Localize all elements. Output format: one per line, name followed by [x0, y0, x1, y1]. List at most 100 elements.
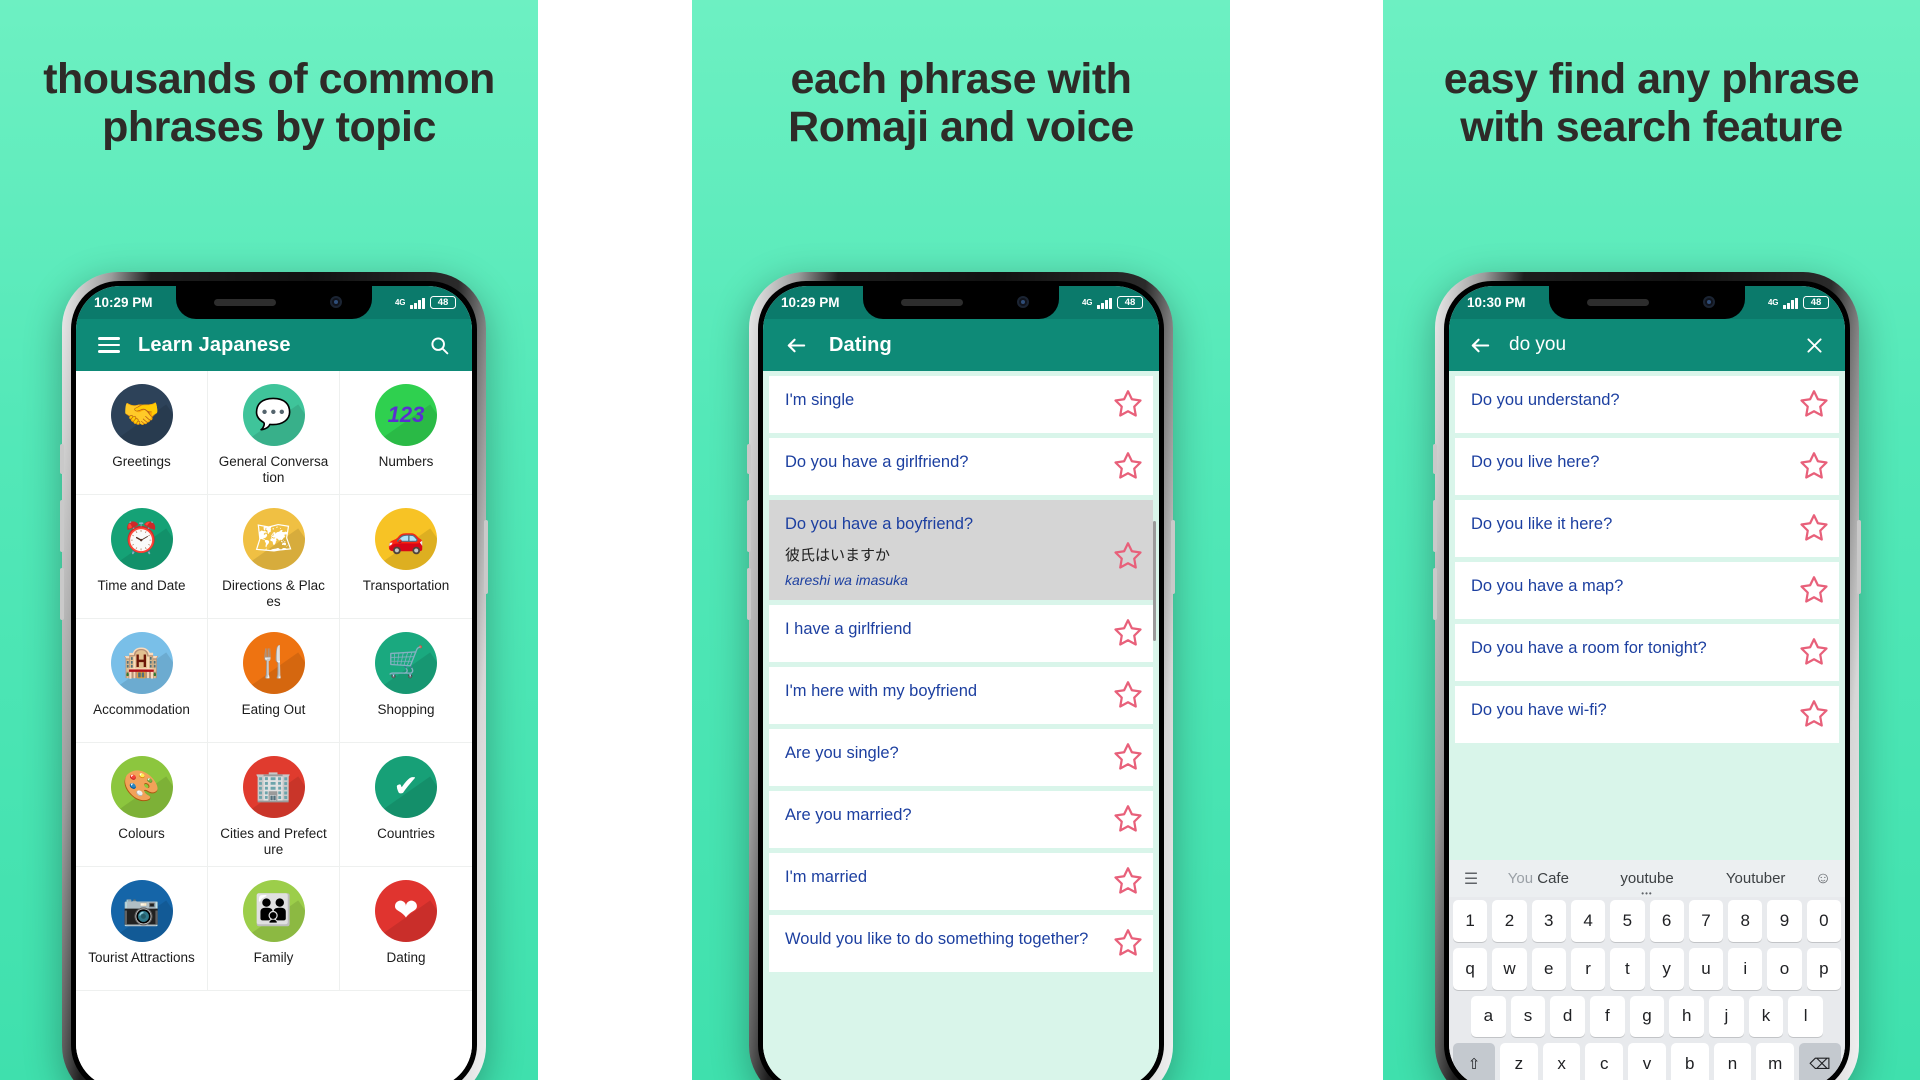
key-2[interactable]: 2 [1492, 900, 1527, 942]
key-c[interactable]: c [1585, 1043, 1624, 1080]
phrase-row[interactable]: Do you have a map? [1455, 562, 1839, 619]
key-r[interactable]: r [1570, 947, 1606, 990]
category-grid[interactable]: 🤝 Greetings 💬 General Conversation 123 Number… [76, 371, 472, 1080]
close-icon[interactable] [1797, 328, 1831, 362]
favorite-star-icon[interactable] [1113, 450, 1143, 480]
phrase-row[interactable]: Do you have a room for tonight? [1455, 624, 1839, 681]
category-cell[interactable]: ❤ Dating [340, 867, 472, 991]
key-g[interactable]: g [1629, 995, 1665, 1038]
phrase-row[interactable]: Do you live here? [1455, 438, 1839, 495]
key-q[interactable]: q [1453, 947, 1488, 990]
key-5[interactable]: 5 [1610, 900, 1645, 942]
suggestion-item[interactable]: You Cafe [1484, 870, 1593, 887]
key-i[interactable]: i [1728, 947, 1763, 990]
key-f[interactable]: f [1590, 995, 1625, 1038]
key-6[interactable]: 6 [1649, 900, 1684, 942]
key-k[interactable]: k [1748, 995, 1784, 1038]
keyboard-menu-icon[interactable]: ☰ [1458, 869, 1484, 889]
favorite-star-icon[interactable] [1113, 741, 1143, 771]
phrase-row[interactable]: Do you have a girlfriend? [769, 438, 1153, 495]
phrase-row[interactable]: Are you married? [769, 790, 1153, 848]
favorite-star-icon[interactable] [1799, 512, 1829, 542]
arrow-left-icon[interactable] [1463, 328, 1497, 362]
category-cell[interactable]: 🛒 Shopping [340, 619, 472, 743]
favorite-star-icon[interactable] [1113, 865, 1143, 895]
phrase-row[interactable]: Are you single? [769, 728, 1153, 786]
category-cell[interactable]: 💬 General Conversation [208, 371, 340, 495]
key-x[interactable]: x [1542, 1043, 1581, 1080]
favorite-star-icon[interactable] [1113, 679, 1143, 709]
key-4[interactable]: 4 [1570, 900, 1606, 942]
phrase-row[interactable]: I'm married [769, 852, 1153, 910]
phrase-row[interactable]: Do you like it here? [1455, 500, 1839, 557]
phrase-row[interactable]: Do you have wi-fi? [1455, 686, 1839, 743]
search-results-list[interactable]: Do you understand? Do you live here? Do yo… [1449, 371, 1845, 860]
keyboard-row[interactable]: qwertyuiop [1449, 945, 1845, 993]
backspace-key[interactable]: ⌫ [1799, 1043, 1842, 1080]
key-u[interactable]: u [1688, 947, 1724, 990]
key-j[interactable]: j [1709, 995, 1744, 1038]
search-icon[interactable] [422, 328, 456, 362]
category-cell[interactable]: 🍴 Eating Out [208, 619, 340, 743]
category-cell[interactable]: 123 Numbers [340, 371, 472, 495]
key-d[interactable]: d [1550, 995, 1585, 1038]
category-cell[interactable]: ⏰ Time and Date [76, 495, 208, 619]
phrase-row[interactable]: I have a girlfriend [769, 604, 1153, 662]
favorite-star-icon[interactable] [1799, 574, 1829, 604]
key-y[interactable]: y [1649, 947, 1684, 990]
phrase-row[interactable]: Would you like to do something together? [769, 914, 1153, 972]
key-v[interactable]: v [1628, 1043, 1666, 1080]
category-cell[interactable]: 🤝 Greetings [76, 371, 208, 495]
emoji-icon[interactable]: ☺ [1810, 870, 1836, 888]
keyboard-row[interactable]: 1234567890 [1449, 897, 1845, 945]
favorite-star-icon[interactable] [1113, 388, 1143, 418]
favorite-star-icon[interactable] [1799, 450, 1829, 480]
keyboard-row[interactable]: asdfghjkl [1449, 993, 1845, 1041]
key-s[interactable]: s [1510, 995, 1546, 1038]
on-screen-keyboard[interactable]: ☰ You Cafe youtube Youtuber ☺ 1234567890… [1449, 860, 1845, 1080]
key-t[interactable]: t [1610, 947, 1645, 990]
keyboard-row[interactable]: ⇧ z x c v b n m ⌫ [1449, 1040, 1845, 1080]
favorite-star-icon[interactable] [1799, 698, 1829, 728]
category-cell[interactable]: 🚗 Transportation [340, 495, 472, 619]
suggestion-strip[interactable]: ☰ You Cafe youtube Youtuber ☺ [1449, 860, 1845, 898]
key-0[interactable]: 0 [1806, 900, 1841, 942]
hamburger-icon[interactable] [92, 328, 126, 362]
key-7[interactable]: 7 [1688, 900, 1724, 942]
favorite-star-icon[interactable] [1113, 803, 1143, 833]
arrow-left-icon[interactable] [779, 328, 813, 362]
phrase-list[interactable]: I'm single Do you have a girlfriend? Do yo… [763, 371, 1159, 1080]
key-9[interactable]: 9 [1767, 900, 1802, 942]
category-cell[interactable]: 🗺 Directions & Places [208, 495, 340, 619]
scrollbar-thumb[interactable] [1153, 521, 1156, 641]
key-h[interactable]: h [1669, 995, 1705, 1038]
key-a[interactable]: a [1470, 995, 1506, 1038]
favorite-star-icon[interactable] [1799, 636, 1829, 666]
phrase-row[interactable]: I'm here with my boyfriend [769, 666, 1153, 724]
category-cell[interactable]: 🏢 Cities and Prefecture [208, 743, 340, 867]
phrase-row[interactable]: I'm single [769, 376, 1153, 433]
phrase-row[interactable]: Do you understand? [1455, 376, 1839, 433]
favorite-star-icon[interactable] [1799, 388, 1829, 418]
key-n[interactable]: n [1713, 1043, 1752, 1080]
category-cell[interactable]: 📷 Tourist Attractions [76, 867, 208, 991]
key-3[interactable]: 3 [1531, 900, 1566, 942]
key-1[interactable]: 1 [1453, 900, 1488, 942]
category-cell[interactable]: ✔ Countries [340, 743, 472, 867]
key-m[interactable]: m [1756, 1043, 1795, 1080]
key-l[interactable]: l [1788, 995, 1824, 1038]
key-p[interactable]: p [1806, 947, 1841, 990]
key-o[interactable]: o [1767, 947, 1802, 990]
key-8[interactable]: 8 [1728, 900, 1763, 942]
key-z[interactable]: z [1499, 1043, 1538, 1080]
phrase-row[interactable]: Do you have a boyfriend? 彼氏はいますか kareshi w… [769, 500, 1153, 600]
category-cell[interactable]: 🎨 Colours [76, 743, 208, 867]
favorite-star-icon[interactable] [1113, 540, 1143, 570]
category-cell[interactable]: 👪 Family [208, 867, 340, 991]
key-w[interactable]: w [1492, 947, 1527, 990]
favorite-star-icon[interactable] [1113, 927, 1143, 957]
search-input[interactable]: do you [1501, 334, 1793, 356]
suggestion-item[interactable]: Youtuber [1701, 870, 1810, 887]
keyboard-rows[interactable]: 1 2 3 4 5 6 7 8 9 0 q w e r t y u i o p a s d f g h j k l ⇧ z x c v b n m ⌫ [1449, 897, 1845, 1080]
key-e[interactable]: e [1531, 947, 1566, 990]
